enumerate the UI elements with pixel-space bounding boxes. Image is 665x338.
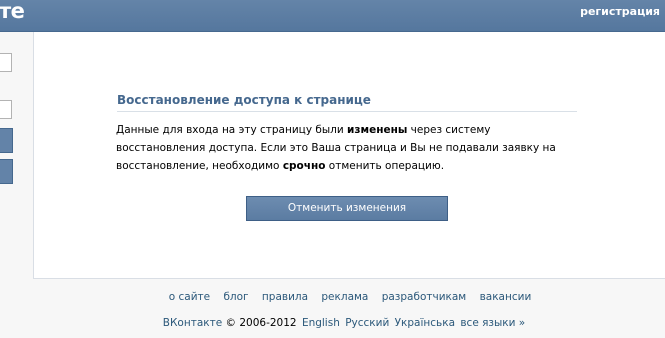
footer-link-rules[interactable]: правила: [262, 291, 308, 303]
footer-copyright: ВКонтакте © 2006-2012 English Русский Ук…: [0, 316, 665, 330]
message-bold-urgent: срочно: [282, 160, 326, 173]
copyright-text: © 2006-2012: [225, 317, 297, 329]
footer-link-ads[interactable]: реклама: [321, 291, 368, 303]
lang-all[interactable]: все языки »: [460, 317, 525, 329]
login-email-input[interactable]: [0, 53, 12, 72]
footer-brand-link[interactable]: ВКонтакте: [163, 317, 222, 329]
message-text-3: отменить операцию.: [325, 160, 445, 173]
lang-english[interactable]: English: [302, 317, 340, 329]
recovery-message: Данные для входа на эту страницу были из…: [116, 121, 576, 176]
register-link[interactable]: регистрация: [580, 5, 660, 19]
message-text-1: Данные для входа на эту страницу были: [116, 124, 348, 136]
footer-nav: о сайте блог правила реклама разработчик…: [0, 290, 665, 304]
footer-link-developers[interactable]: разработчикам: [382, 291, 467, 303]
login-password-input[interactable]: [0, 100, 12, 119]
cancel-changes-button[interactable]: Отменить изменения: [246, 196, 448, 221]
login-button[interactable]: [0, 128, 13, 153]
footer-link-blog[interactable]: блог: [223, 291, 248, 303]
message-bold-changed: изменены: [347, 124, 408, 136]
footer-link-jobs[interactable]: вакансии: [480, 291, 532, 303]
lang-russian[interactable]: Русский: [345, 317, 389, 329]
page-title: Восстановление доступа к странице: [117, 93, 577, 112]
signup-button[interactable]: [0, 159, 13, 184]
footer-link-about[interactable]: о сайте: [169, 291, 210, 303]
lang-ukrainian[interactable]: Українська: [395, 317, 455, 329]
top-header-bar: те регистрация: [0, 0, 665, 32]
site-logo[interactable]: те: [0, 0, 25, 23]
